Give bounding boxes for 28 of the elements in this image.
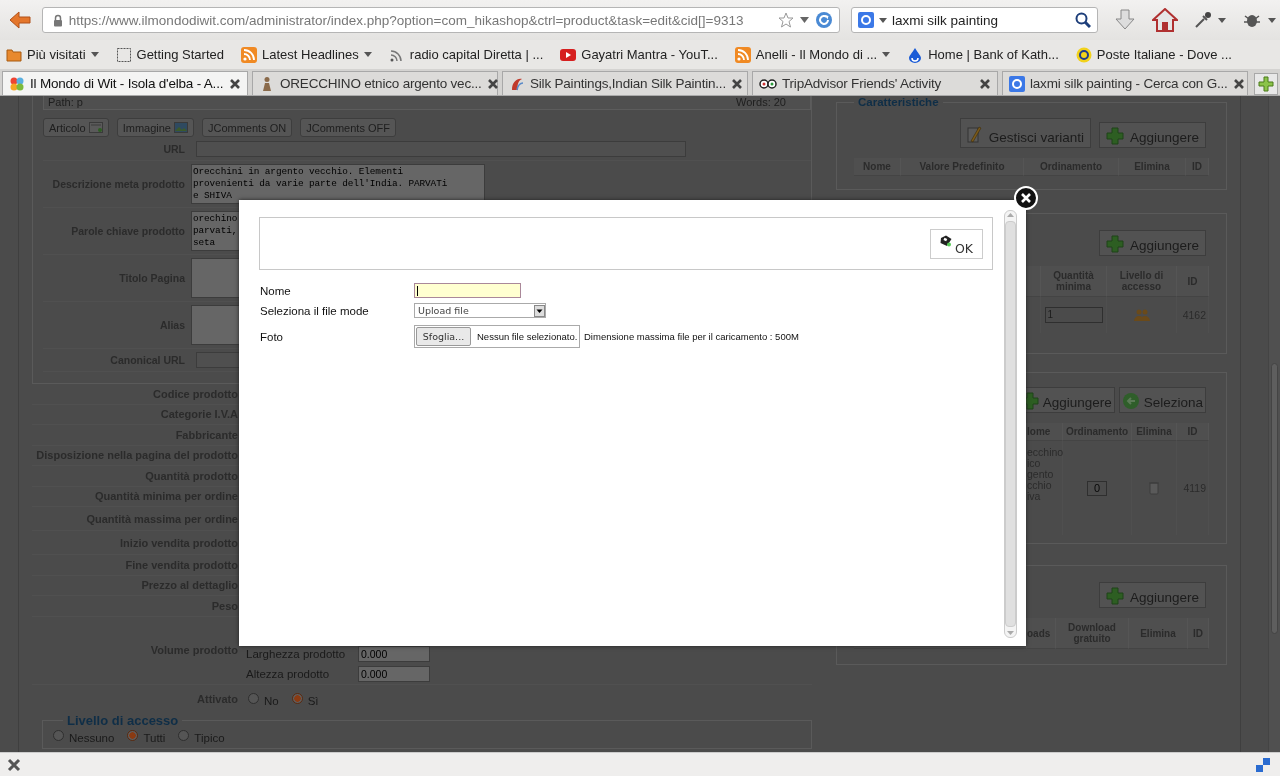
field-label: Foto [260,330,284,343]
section-legend: Livello di accesso [63,712,183,728]
number-field[interactable]: 0.000 [358,646,430,662]
section-legend: Caratteristiche [854,96,943,108]
browser-tab[interactable]: ORECCHINO etnico argento vec... [252,71,498,95]
bookmark-item[interactable]: Getting Started [115,46,224,63]
bookmark-item[interactable]: Home | Bank of Kath... [907,46,1059,63]
browser-tab[interactable]: Il Mondo di Wit - Isola d'elba - A... [2,71,248,95]
number-field[interactable]: 0.000 [358,666,430,682]
file-mode-select[interactable]: Upload file [414,303,546,318]
bookmark-item[interactable]: Anelli - Il Mondo di ... [734,46,891,63]
field-label: Nome [260,284,292,297]
text-area[interactable]: Orecchini in argento vecchio. Elementi provenienti da varie parte dell'India. PARVATi e SHIVA [191,164,485,204]
ok-button[interactable]: OK [930,228,983,259]
upload-hint: Dimensione massima file per il caricamento : 500M [584,331,799,342]
browser-tab[interactable]: Silk Paintings,Indian Silk Paintin... [502,71,748,95]
browser-tab[interactable]: TripAdvisor Friends' Activity [752,71,998,95]
bookmark-item[interactable]: Più visitati [6,46,99,63]
browser-tab[interactable]: laxmi silk painting - Cerca con G... [1002,71,1248,95]
field-label: Seleziona il file mode [260,304,370,317]
browse-button[interactable]: Sfoglia... [416,327,471,346]
file-input[interactable]: Sfoglia... Nessun file selezionato. [414,325,580,348]
address-bar[interactable]: https://www.ilmondodiwit.com/administrator/index.php?option=com_hikashop&ctrl=product&task=edit&cid[]=9313 [41,7,841,33]
bookmark-item[interactable]: Gayatri Mantra - YouT... [560,47,718,62]
bookmark-item[interactable]: radio capital Diretta | ... [388,46,544,63]
search-field[interactable]: laxmi silk painting [851,7,1098,33]
bookmark-item[interactable]: Latest Headlines [241,46,372,63]
bookmark-item[interactable]: Poste Italiane - Dove ... [1075,46,1232,63]
